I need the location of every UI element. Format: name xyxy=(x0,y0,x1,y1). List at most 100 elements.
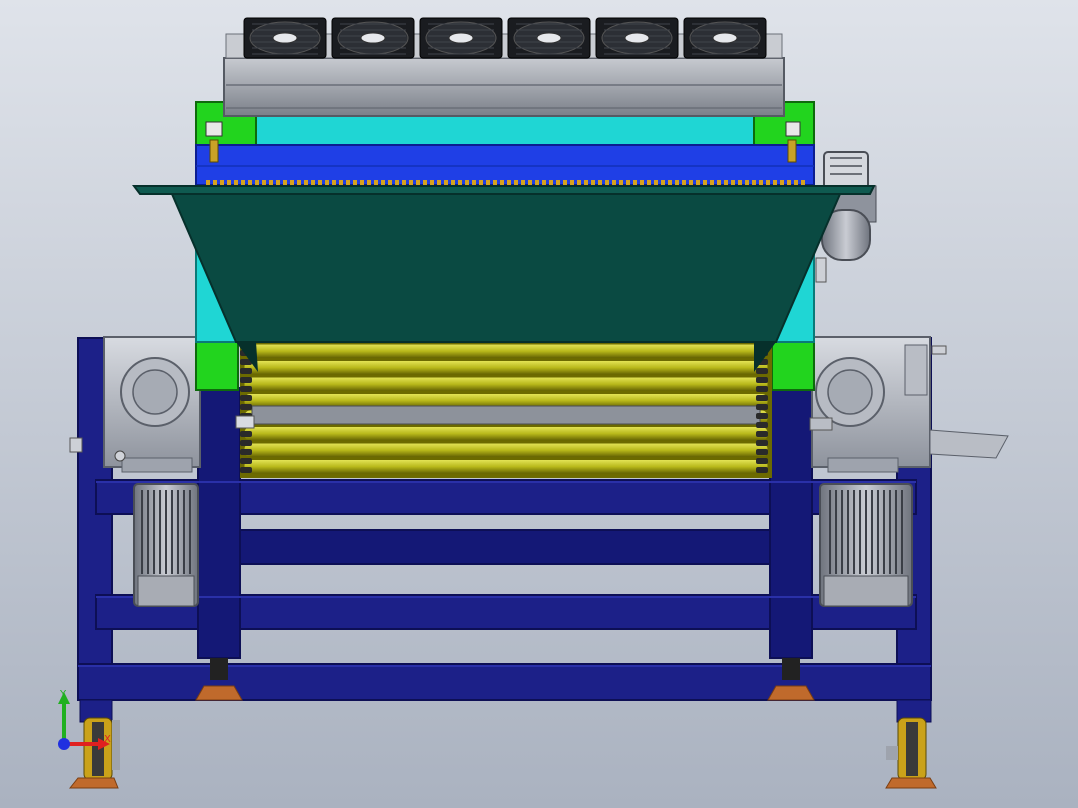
strip-hole xyxy=(339,180,343,185)
frame-rail-middle xyxy=(215,529,787,565)
cooling-fan-icon xyxy=(243,17,327,59)
strip-hole xyxy=(514,180,518,185)
roller-bank xyxy=(235,342,833,478)
strip-hole xyxy=(661,180,665,185)
strip-hole xyxy=(353,180,357,185)
roller xyxy=(243,343,769,359)
strip-hole xyxy=(248,180,252,185)
cad-viewport[interactable]: Y X xyxy=(0,0,1078,808)
roller xyxy=(243,442,769,458)
strip-hole xyxy=(612,180,616,185)
chain-link xyxy=(756,404,768,410)
cooling-fan-icon xyxy=(419,17,503,59)
roller xyxy=(243,459,769,475)
strip-hole xyxy=(381,180,385,185)
strip-hole xyxy=(444,180,448,185)
chain-link xyxy=(240,377,252,383)
strip-hole xyxy=(654,180,658,185)
strip-hole xyxy=(395,180,399,185)
strip-hole xyxy=(479,180,483,185)
strip-hole xyxy=(423,180,427,185)
roller xyxy=(243,426,769,442)
strip-hole xyxy=(283,180,287,185)
chain-link xyxy=(240,458,252,464)
mount-block-left xyxy=(195,341,239,391)
strip-hole xyxy=(689,180,693,185)
strip-hole xyxy=(584,180,588,185)
strip-hole xyxy=(570,180,574,185)
strip-hole xyxy=(437,180,441,185)
strip-hole xyxy=(402,180,406,185)
strip-hole xyxy=(458,180,462,185)
strip-hole xyxy=(290,180,294,185)
strip-hole xyxy=(472,180,476,185)
foot-stem-left xyxy=(210,658,228,680)
strip-hole xyxy=(787,180,791,185)
chain-link xyxy=(756,377,768,383)
strip-hole xyxy=(255,180,259,185)
strip-hole xyxy=(451,180,455,185)
hopper-rim xyxy=(132,185,876,195)
strip-hole xyxy=(325,180,329,185)
foot-pad-right xyxy=(767,685,815,701)
axis-x-label: X xyxy=(104,734,111,745)
strip-hole xyxy=(626,180,630,185)
strip-hole xyxy=(528,180,532,185)
strip-hole xyxy=(493,180,497,185)
strip-hole xyxy=(745,180,749,185)
machine-front-view: Y X xyxy=(0,0,1078,808)
strip-hole xyxy=(374,180,378,185)
axis-z-dot xyxy=(58,738,70,750)
foot-stem-right xyxy=(782,658,800,680)
chain-link xyxy=(756,449,768,455)
strip-hole xyxy=(675,180,679,185)
chain-link xyxy=(240,449,252,455)
strip-hole xyxy=(703,180,707,185)
motor-left xyxy=(133,483,199,607)
strip-hole xyxy=(227,180,231,185)
strip-hole xyxy=(556,180,560,185)
cooling-fan-icon xyxy=(595,17,679,59)
strip-hole xyxy=(416,180,420,185)
chain-link xyxy=(240,368,252,374)
chain-link xyxy=(240,404,252,410)
hopper-body xyxy=(170,193,842,343)
roller xyxy=(243,360,769,376)
strip-hole xyxy=(507,180,511,185)
strip-hole xyxy=(759,180,763,185)
strip-hole xyxy=(409,180,413,185)
strip-hole xyxy=(682,180,686,185)
strip-hole xyxy=(360,180,364,185)
strip-hole xyxy=(605,180,609,185)
strip-hole xyxy=(542,180,546,185)
strip-hole xyxy=(276,180,280,185)
foot-pad-left xyxy=(195,685,243,701)
roller-shaft xyxy=(251,405,761,425)
strip-hole xyxy=(388,180,392,185)
chain-link xyxy=(240,386,252,392)
strip-hole xyxy=(633,180,637,185)
strip-hole xyxy=(234,180,238,185)
roller xyxy=(243,376,769,392)
chain-link xyxy=(240,440,252,446)
strip-hole xyxy=(241,180,245,185)
chain-link xyxy=(240,467,252,473)
cooling-fan-icon xyxy=(507,17,591,59)
strip-hole xyxy=(794,180,798,185)
strip-hole xyxy=(367,180,371,185)
strip-hole xyxy=(549,180,553,185)
strip-hole xyxy=(521,180,525,185)
cross-beam xyxy=(195,144,815,186)
cooling-fan-icon xyxy=(331,17,415,59)
chain-link xyxy=(756,386,768,392)
axis-y-label: Y xyxy=(59,689,67,700)
strip-hole xyxy=(332,180,336,185)
strip-hole xyxy=(738,180,742,185)
strip-hole xyxy=(591,180,595,185)
strip-hole xyxy=(780,180,784,185)
cooling-fan-icon xyxy=(683,17,767,59)
strip-hole xyxy=(773,180,777,185)
strip-hole xyxy=(311,180,315,185)
strip-hole xyxy=(486,180,490,185)
strip-hole xyxy=(346,180,350,185)
